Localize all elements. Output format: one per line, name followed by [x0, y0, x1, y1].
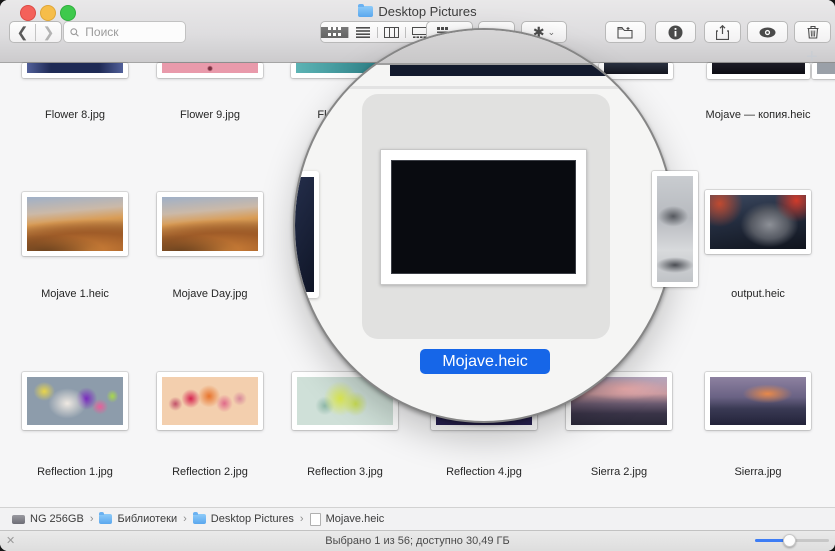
- thumbnail-image: [27, 197, 123, 251]
- file-thumbnail-mojave-copy[interactable]: [707, 63, 810, 79]
- file-icon: [310, 513, 321, 526]
- path-item-disk[interactable]: NG 256GB: [12, 513, 84, 525]
- path-bar: NG 256GB › Библиотеки › Desktop Pictures…: [0, 507, 835, 530]
- path-separator: ›: [300, 513, 304, 525]
- thumbnail-image: [162, 63, 258, 73]
- file-thumbnail-flower9[interactable]: [157, 63, 263, 78]
- file-label[interactable]: Flower 8.jpg: [0, 109, 150, 121]
- finder-window: Desktop Pictures ❮ ❯ ⌄: [0, 0, 835, 551]
- file-label[interactable]: output.heic: [683, 288, 833, 300]
- path-item-label: Mojave.heic: [326, 513, 385, 525]
- file-thumbnail-flower8[interactable]: [22, 63, 128, 78]
- path-separator: ›: [90, 513, 94, 525]
- nav-buttons: ❮ ❯: [9, 21, 62, 43]
- thumbnail-image: [162, 197, 258, 251]
- share-icon: [716, 25, 729, 40]
- selected-file-label[interactable]: Mojave.heic: [420, 349, 550, 374]
- eye-icon: [759, 27, 776, 38]
- file-label[interactable]: Sierra.jpg: [683, 466, 833, 478]
- thumbnail-image: [391, 160, 576, 274]
- path-item-library[interactable]: Библиотеки: [99, 513, 177, 525]
- folder-icon: [193, 514, 206, 524]
- file-thumbnail-mojave1[interactable]: [22, 192, 128, 256]
- loupe-magnified-toolbar: [295, 30, 673, 65]
- path-item-file[interactable]: Mojave.heic: [310, 513, 385, 526]
- thumbnail-image: [27, 377, 123, 425]
- file-thumbnail-mojave-day[interactable]: [157, 192, 263, 256]
- disk-icon: [12, 515, 25, 524]
- window-title-area: Desktop Pictures: [0, 4, 835, 19]
- file-label[interactable]: Reflection 3.jpg: [270, 466, 420, 478]
- search-input[interactable]: [83, 24, 179, 40]
- path-item-label: Библиотеки: [117, 513, 177, 525]
- file-thumbnail-sierra[interactable]: [705, 372, 811, 430]
- icon-size-slider[interactable]: [755, 539, 829, 542]
- thumbnail-image: [817, 63, 835, 74]
- path-item-desktop-pictures[interactable]: Desktop Pictures: [193, 513, 294, 525]
- share-button[interactable]: [704, 21, 741, 43]
- loupe-magnified-strip: [390, 65, 646, 76]
- file-thumbnail-edge[interactable]: [812, 63, 835, 79]
- loupe-magnified-frame-edge: [315, 86, 655, 89]
- file-thumbnail-reflection1[interactable]: [22, 372, 128, 430]
- file-label[interactable]: Mojave — копия.heic: [683, 109, 833, 121]
- quick-look-button[interactable]: [747, 21, 788, 43]
- file-label[interactable]: Mojave 1.heic: [0, 288, 150, 300]
- selected-file-thumbnail[interactable]: [380, 149, 587, 285]
- file-label[interactable]: Flower 9.jpg: [135, 109, 285, 121]
- search-icon: [70, 27, 79, 38]
- thumbnail-image: [710, 195, 806, 249]
- file-thumbnail-reflection2[interactable]: [157, 372, 263, 430]
- folder-icon: [358, 6, 373, 17]
- folder-icon: [99, 514, 112, 524]
- path-separator: ›: [183, 513, 187, 525]
- file-label[interactable]: Mojave Day.jpg: [135, 288, 285, 300]
- file-label[interactable]: Reflection 4.jpg: [409, 466, 559, 478]
- loupe-neighbor-thumbnail: [293, 171, 319, 298]
- file-label[interactable]: Sierra 2.jpg: [544, 466, 694, 478]
- file-label[interactable]: Reflection 2.jpg: [135, 466, 285, 478]
- status-text: Выбрано 1 из 56; доступно 30,49 ГБ: [0, 535, 835, 547]
- delete-button[interactable]: [794, 21, 831, 43]
- file-label[interactable]: Reflection 1.jpg: [0, 466, 150, 478]
- thumbnail-image: [162, 377, 258, 425]
- thumbnail-image: [710, 377, 806, 425]
- trash-icon: [807, 25, 819, 39]
- back-button[interactable]: ❮: [10, 24, 36, 41]
- search-field[interactable]: [63, 21, 186, 43]
- thumbnail-image: [27, 63, 123, 73]
- forward-button[interactable]: ❯: [36, 24, 61, 41]
- screen: Desktop Pictures ❮ ❯ ⌄: [0, 0, 835, 551]
- magnifier-loupe: Mojave.heic: [293, 28, 675, 423]
- slider-knob[interactable]: [783, 534, 796, 547]
- path-item-label: Desktop Pictures: [211, 513, 294, 525]
- window-title: Desktop Pictures: [378, 4, 476, 19]
- thumbnail-image: [657, 176, 693, 282]
- thumbnail-image: [712, 63, 805, 74]
- file-thumbnail-output[interactable]: [705, 190, 811, 254]
- file-thumbnail-portrait[interactable]: [652, 171, 698, 287]
- thumbnail-image: [293, 177, 314, 292]
- path-item-label: NG 256GB: [30, 513, 84, 525]
- status-bar: ✕ Выбрано 1 из 56; доступно 30,49 ГБ: [0, 530, 835, 551]
